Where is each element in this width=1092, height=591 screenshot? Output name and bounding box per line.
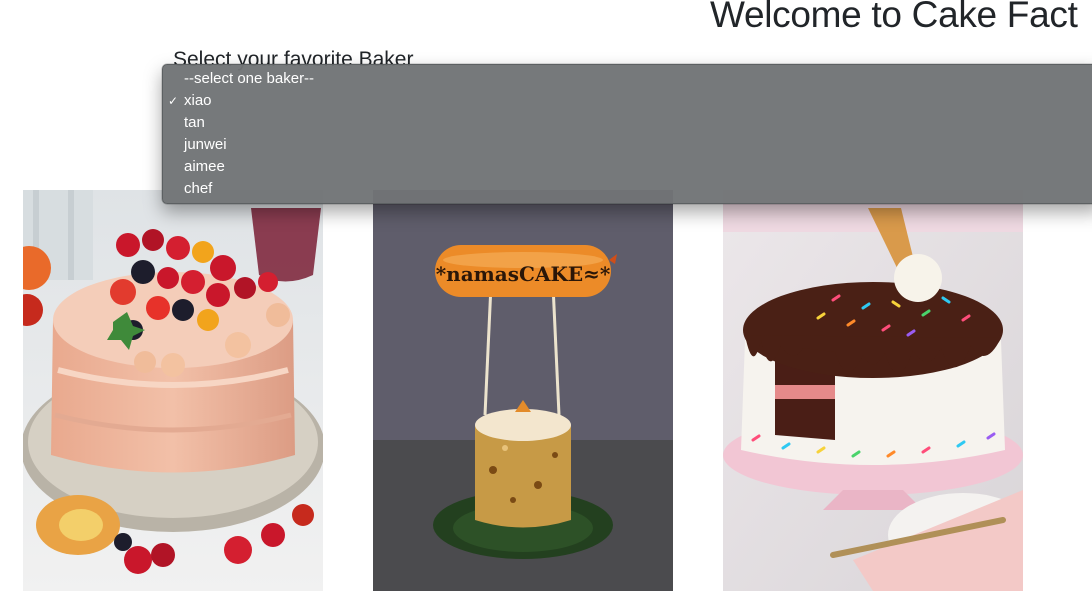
option-label: tan [184, 114, 205, 131]
option-aimee[interactable]: aimee [163, 156, 1092, 178]
option-label: junwei [184, 136, 227, 153]
namascake-picture: *namasCAKE≈* [373, 190, 673, 591]
option-label: --select one baker-- [184, 70, 315, 87]
cake-image-chocolate-drip[interactable] [723, 190, 1023, 591]
option-select-placeholder[interactable]: --select one baker-- [163, 68, 1092, 90]
option-label: xiao [184, 92, 212, 109]
option-xiao[interactable]: ✓ xiao [163, 90, 1092, 112]
option-chef[interactable]: chef [163, 178, 1092, 200]
chocolate-drip-cake-picture [723, 190, 1023, 591]
option-label: chef [184, 180, 213, 197]
page-title: Welcome to Cake Fact [710, 0, 1078, 35]
cake-image-berry[interactable] [23, 190, 323, 591]
baker-select-dropdown[interactable]: --select one baker-- ✓ xiao tan junwei a… [162, 64, 1092, 204]
option-label: aimee [184, 158, 225, 175]
checkmark-icon: ✓ [168, 94, 179, 108]
berry-cake-picture [23, 190, 323, 591]
cake-image-namascake[interactable]: *namasCAKE≈* [373, 190, 673, 591]
namascake-topper-text: *namasCAKE≈* [436, 262, 611, 286]
option-tan[interactable]: tan [163, 112, 1092, 134]
option-junwei[interactable]: junwei [163, 134, 1092, 156]
page: Welcome to Cake Fact Select your favorit… [0, 0, 1092, 591]
